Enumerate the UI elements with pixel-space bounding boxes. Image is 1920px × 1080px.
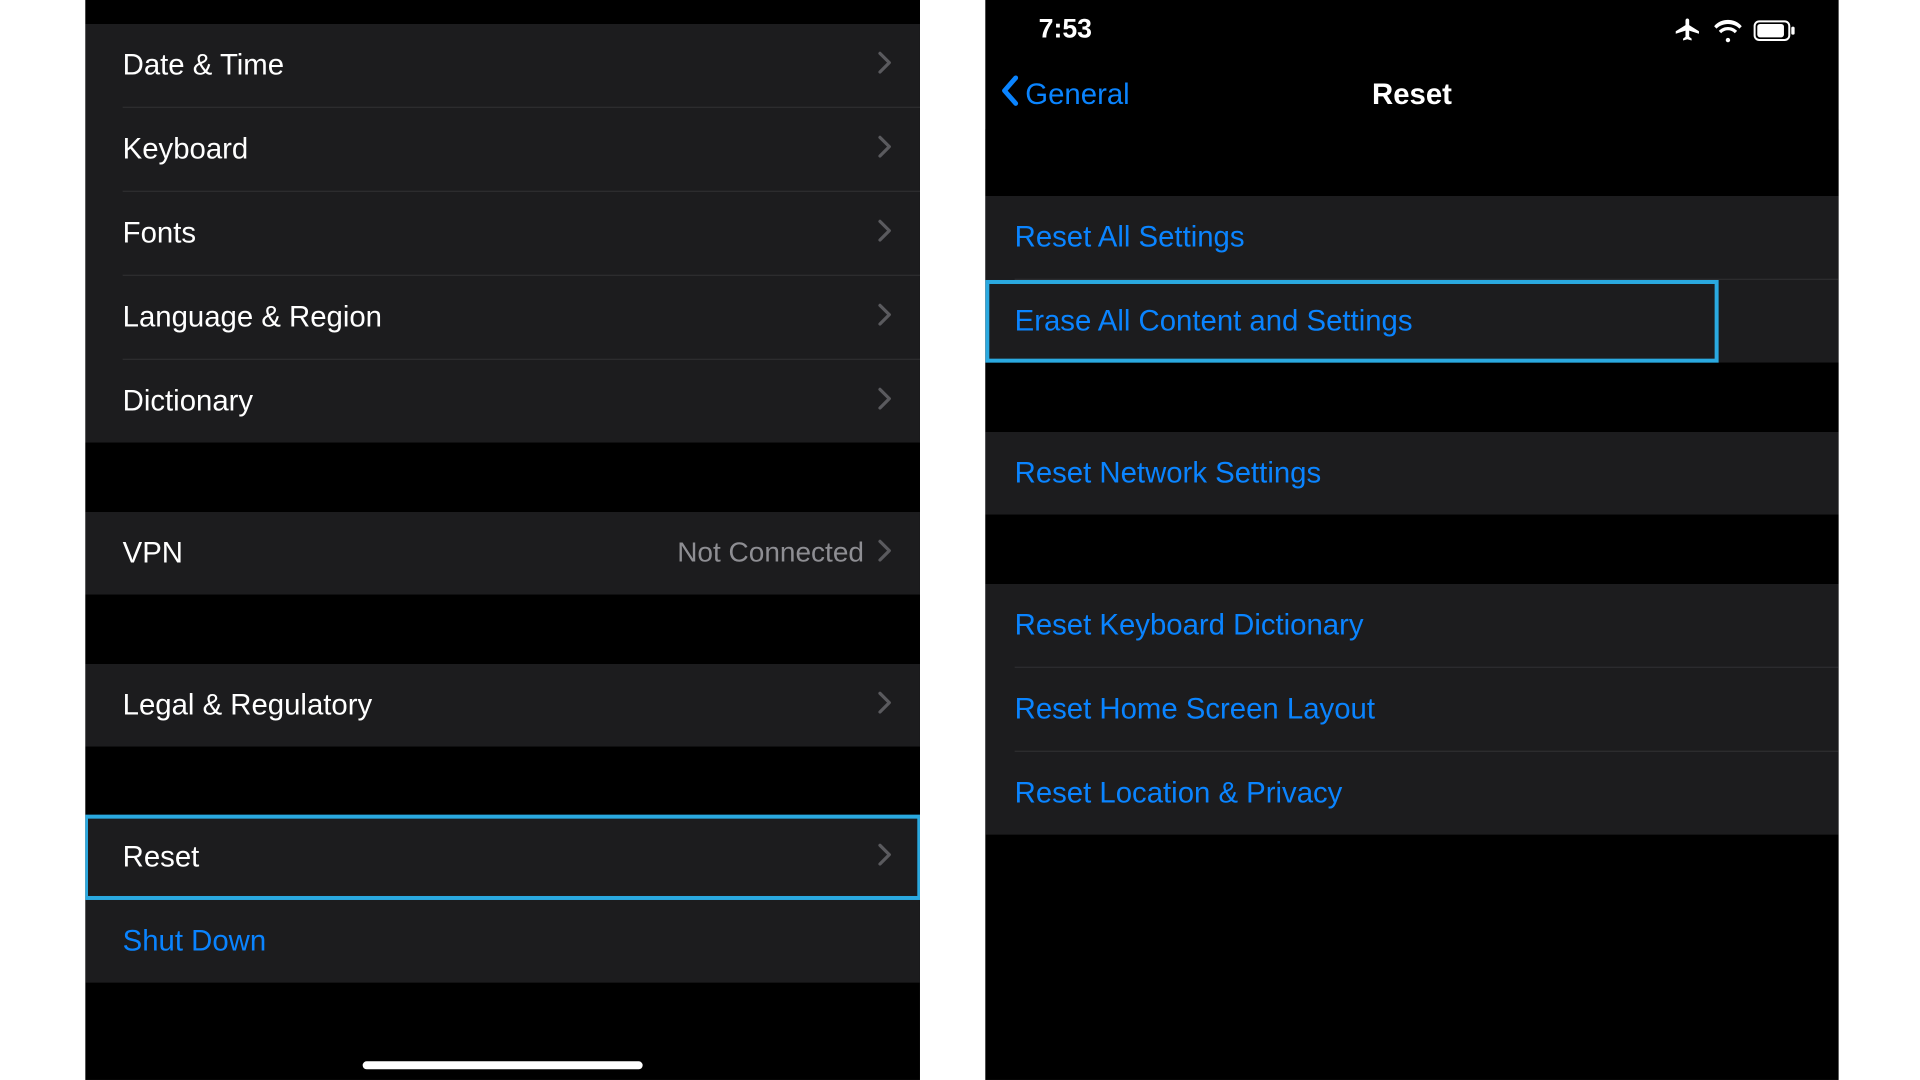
status-icons xyxy=(1673,15,1796,44)
row-label: Language & Region xyxy=(123,300,878,335)
phone-reset-settings: 7:53 General Reset xyxy=(985,0,1838,1080)
row-label: Reset Home Screen Layout xyxy=(1015,692,1812,727)
settings-group-reset: Reset Shut Down xyxy=(85,816,920,983)
row-fonts[interactable]: Fonts xyxy=(85,192,920,275)
nav-bar: General Reset xyxy=(985,60,1838,129)
row-vpn[interactable]: VPN Not Connected xyxy=(85,512,920,595)
chevron-right-icon xyxy=(877,48,893,83)
phone-general-settings: Date & Time Keyboard Fonts Language & Re… xyxy=(85,0,920,1080)
row-erase-all-content[interactable]: Erase All Content and Settings xyxy=(985,280,1718,363)
row-label: Date & Time xyxy=(123,48,878,83)
chevron-right-icon xyxy=(877,132,893,167)
row-label: Reset All Settings xyxy=(1015,220,1812,255)
row-reset-home-screen[interactable]: Reset Home Screen Layout xyxy=(985,668,1838,751)
settings-group-legal: Legal & Regulatory xyxy=(85,664,920,747)
row-label: Dictionary xyxy=(123,384,878,419)
row-reset-location-privacy[interactable]: Reset Location & Privacy xyxy=(985,752,1838,835)
row-language-region[interactable]: Language & Region xyxy=(85,276,920,359)
row-label: Reset Network Settings xyxy=(1015,456,1812,491)
nav-back-label: General xyxy=(1025,77,1129,112)
row-label: Erase All Content and Settings xyxy=(1015,304,1706,339)
home-indicator[interactable] xyxy=(363,1061,643,1069)
status-time: 7:53 xyxy=(1039,15,1092,46)
settings-group-vpn: VPN Not Connected xyxy=(85,512,920,595)
row-reset-all-settings[interactable]: Reset All Settings xyxy=(985,196,1838,279)
row-label: Reset Location & Privacy xyxy=(1015,776,1812,811)
chevron-right-icon xyxy=(877,216,893,251)
row-keyboard[interactable]: Keyboard xyxy=(85,108,920,191)
row-reset-keyboard-dictionary[interactable]: Reset Keyboard Dictionary xyxy=(985,584,1838,667)
chevron-right-icon xyxy=(877,840,893,875)
chevron-right-icon xyxy=(877,300,893,335)
settings-group-general: Date & Time Keyboard Fonts Language & Re… xyxy=(85,24,920,443)
row-shut-down[interactable]: Shut Down xyxy=(85,900,920,983)
airplane-mode-icon xyxy=(1673,15,1702,44)
status-bar: 7:53 xyxy=(985,0,1838,60)
chevron-right-icon xyxy=(877,536,893,571)
row-reset[interactable]: Reset xyxy=(85,816,920,899)
battery-icon xyxy=(1753,19,1796,40)
row-label: Reset Keyboard Dictionary xyxy=(1015,608,1812,643)
chevron-right-icon xyxy=(877,688,893,723)
reset-group-3: Reset Keyboard Dictionary Reset Home Scr… xyxy=(985,584,1838,835)
row-label: VPN xyxy=(123,536,678,571)
row-reset-network[interactable]: Reset Network Settings xyxy=(985,432,1838,515)
row-label: Keyboard xyxy=(123,132,878,167)
reset-group-2: Reset Network Settings xyxy=(985,432,1838,515)
row-date-time[interactable]: Date & Time xyxy=(85,24,920,107)
row-label: Shut Down xyxy=(123,924,894,959)
row-label: Fonts xyxy=(123,216,878,251)
row-value: Not Connected xyxy=(677,537,864,569)
row-dictionary[interactable]: Dictionary xyxy=(85,360,920,443)
row-label: Reset xyxy=(123,840,878,875)
chevron-right-icon xyxy=(877,384,893,419)
reset-group-1: Reset All Settings Erase All Content and… xyxy=(985,196,1838,363)
row-legal[interactable]: Legal & Regulatory xyxy=(85,664,920,747)
wifi-icon xyxy=(1713,18,1742,42)
row-label: Legal & Regulatory xyxy=(123,688,878,723)
nav-back-button[interactable]: General xyxy=(999,75,1130,115)
chevron-left-icon xyxy=(999,75,1020,115)
